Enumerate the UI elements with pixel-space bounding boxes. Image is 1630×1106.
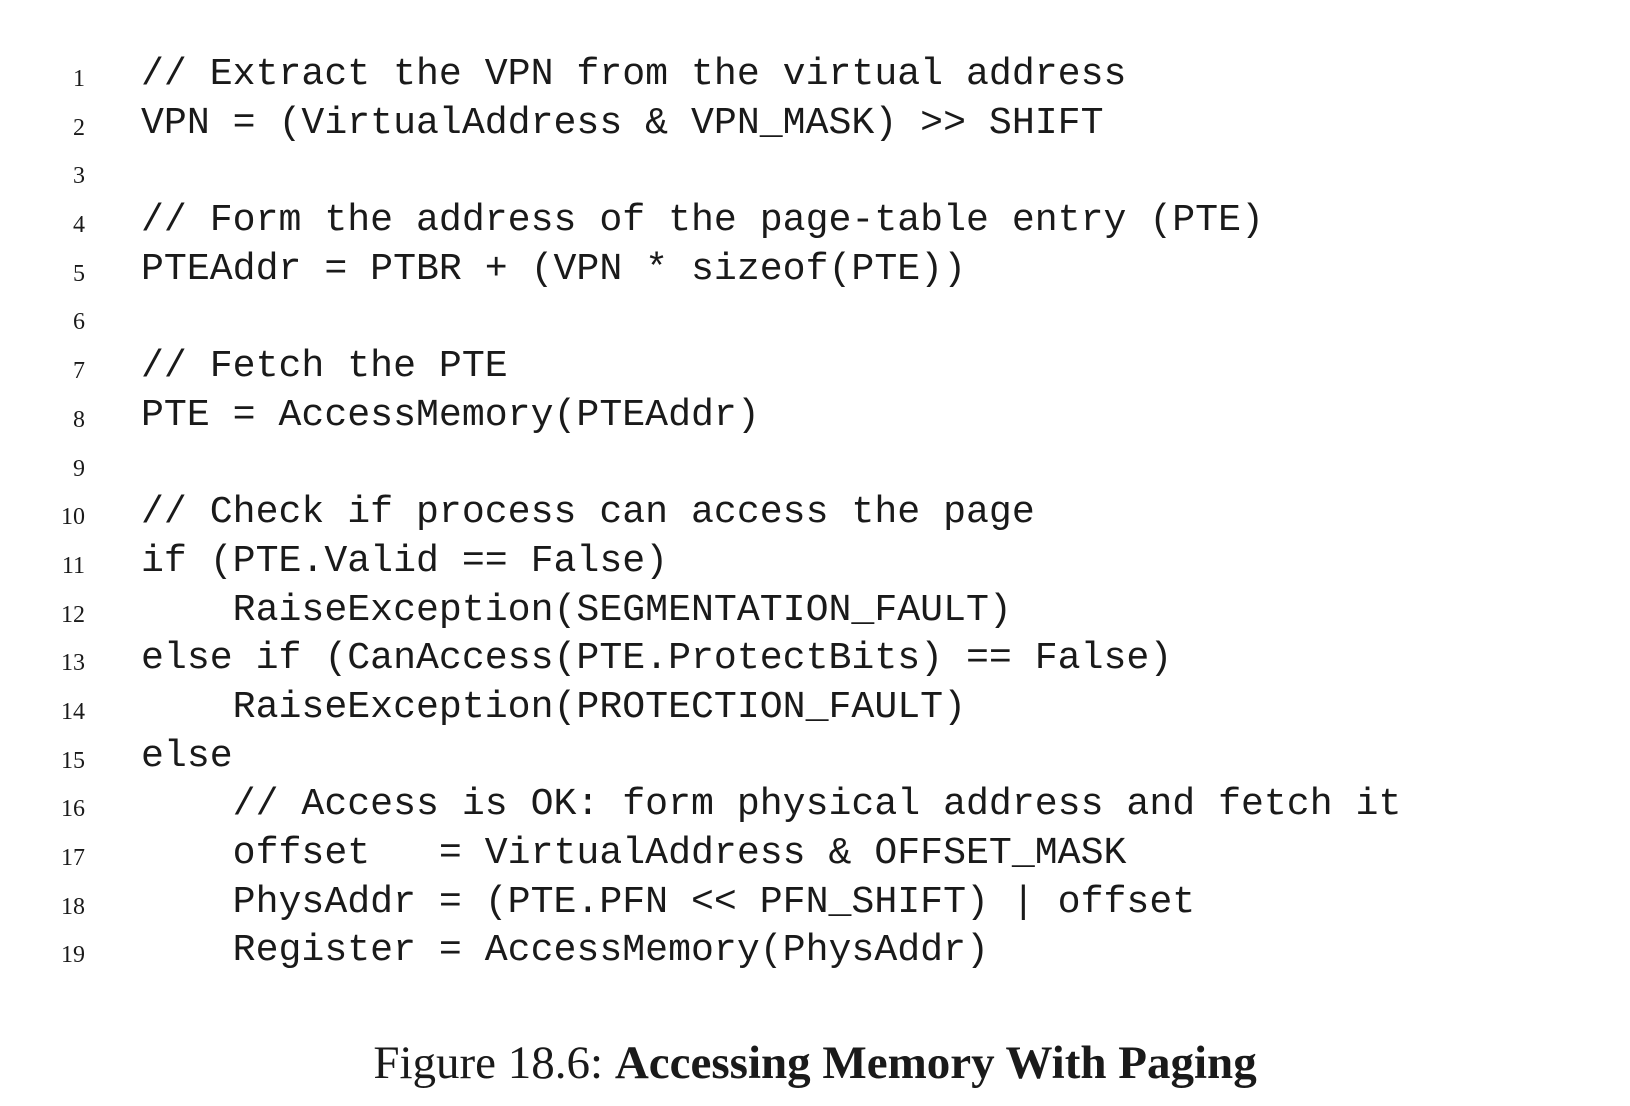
code-line: 9	[0, 440, 1630, 489]
line-code: Register = AccessMemory(PhysAddr)	[141, 929, 989, 973]
code-listing: 1 // Extract the VPN from the virtual ad…	[0, 50, 1630, 975]
line-code: PTEAddr = PTBR + (VPN * sizeof(PTE))	[141, 247, 966, 291]
line-number: 1	[73, 66, 85, 92]
line-code: RaiseException(PROTECTION_FAULT)	[141, 685, 966, 729]
line-number: 5	[73, 260, 85, 287]
line-number: 15	[61, 747, 85, 774]
line-code: else if (CanAccess(PTE.ProtectBits) == F…	[141, 637, 1173, 681]
code-line: 16 // Access is OK: form physical addres…	[0, 780, 1630, 829]
line-code: // Form the address of the page-table en…	[141, 199, 1264, 243]
code-line: 12 RaiseException(SEGMENTATION_FAULT)	[0, 586, 1630, 635]
line-code: RaiseException(SEGMENTATION_FAULT)	[141, 588, 1012, 632]
line-number: 4	[73, 212, 85, 239]
line-code: // Extract the VPN from the virtual addr…	[141, 53, 1127, 96]
code-line: 2 VPN = (VirtualAddress & VPN_MASK) >> S…	[0, 99, 1630, 148]
line-code: VPN = (VirtualAddress & VPN_MASK) >> SHI…	[141, 101, 1104, 145]
code-line: 17 offset = VirtualAddress & OFFSET_MASK	[0, 829, 1630, 878]
line-number: 19	[61, 942, 85, 969]
code-line: 15 else	[0, 732, 1630, 781]
line-number: 17	[61, 845, 85, 871]
line-number: 14	[61, 698, 85, 725]
line-number: 18	[61, 893, 85, 920]
code-line: 18 PhysAddr = (PTE.PFN << PFN_SHIFT) | o…	[0, 878, 1630, 927]
line-code: else	[141, 734, 233, 778]
line-number: 10	[61, 504, 85, 531]
line-code: PhysAddr = (PTE.PFN << PFN_SHIFT) | offs…	[141, 880, 1196, 924]
line-number: 3	[73, 163, 85, 190]
code-line: 19 Register = AccessMemory(PhysAddr)	[0, 926, 1630, 975]
code-line: 7 // Fetch the PTE	[0, 342, 1630, 391]
line-number: 2	[73, 114, 85, 141]
code-line: 6	[0, 293, 1630, 342]
line-number: 8	[73, 406, 85, 433]
code-line: 5 PTEAddr = PTBR + (VPN * sizeof(PTE))	[0, 245, 1630, 294]
code-line: 13 else if (CanAccess(PTE.ProtectBits) =…	[0, 634, 1630, 683]
caption-title: Accessing Memory With Paging	[614, 1037, 1257, 1089]
line-number: 11	[61, 552, 85, 579]
line-code: PTE = AccessMemory(PTEAddr)	[141, 393, 760, 437]
line-code: offset = VirtualAddress & OFFSET_MASK	[141, 832, 1127, 875]
code-line: 4 // Form the address of the page-table …	[0, 196, 1630, 245]
code-line: 14 RaiseException(PROTECTION_FAULT)	[0, 683, 1630, 732]
figure-caption: Figure 18.6: Accessing Memory With Pagin…	[0, 1035, 1630, 1091]
line-number: 6	[73, 309, 85, 336]
line-code: if (PTE.Valid == False)	[141, 539, 669, 583]
code-line: 1 // Extract the VPN from the virtual ad…	[0, 50, 1630, 99]
line-code: // Fetch the PTE	[141, 345, 508, 389]
line-number: 12	[61, 601, 85, 628]
line-number: 16	[61, 796, 85, 823]
code-line: 8 PTE = AccessMemory(PTEAddr)	[0, 391, 1630, 440]
code-line: 3	[0, 147, 1630, 196]
code-line: 11 if (PTE.Valid == False)	[0, 537, 1630, 586]
code-line: 10 // Check if process can access the pa…	[0, 488, 1630, 537]
line-number: 13	[61, 650, 85, 677]
line-number: 9	[73, 455, 85, 482]
line-code: // Access is OK: form physical address a…	[141, 783, 1402, 827]
line-code: // Check if process can access the page	[141, 491, 1035, 535]
line-number: 7	[73, 358, 85, 385]
caption-label: Figure 18.6:	[373, 1037, 604, 1089]
